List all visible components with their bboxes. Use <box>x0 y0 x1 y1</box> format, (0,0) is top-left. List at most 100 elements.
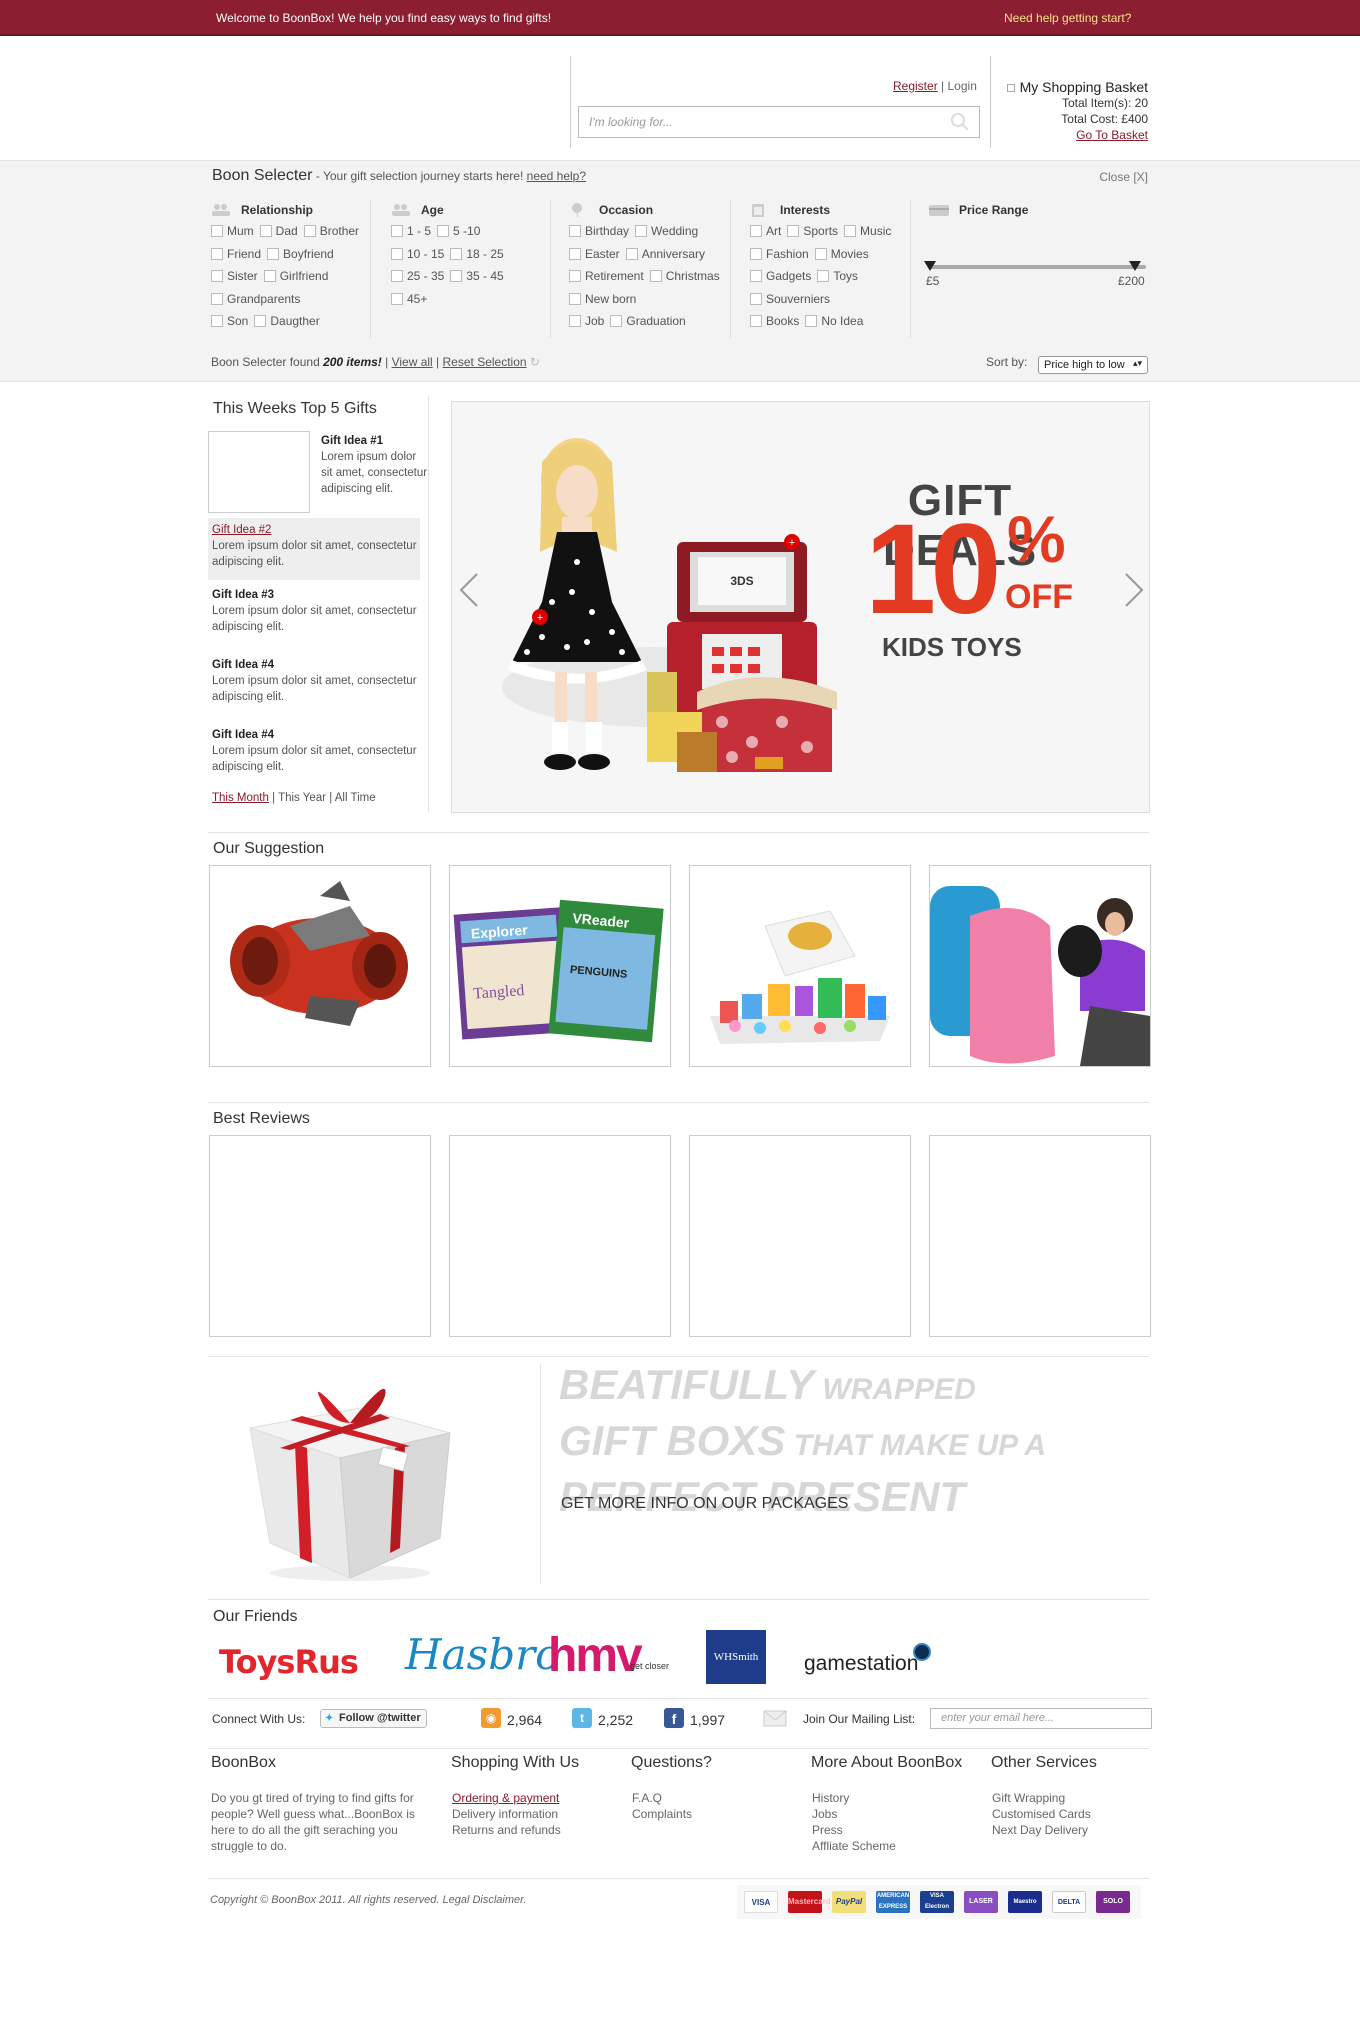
checkbox-icon[interactable] <box>450 247 463 260</box>
filter-checkbox[interactable]: Friend <box>211 243 261 265</box>
suggestion-card-3[interactable] <box>689 865 911 1067</box>
register-link[interactable]: Register <box>893 79 938 93</box>
filter-checkbox[interactable]: 10 - 15 <box>391 243 444 265</box>
filter-checkbox[interactable]: Toys <box>817 265 858 287</box>
filter-checkbox[interactable]: Movies <box>814 243 869 265</box>
filter-checkbox[interactable]: Fashion <box>750 243 809 265</box>
filter-checkbox[interactable]: 18 - 25 <box>450 243 504 265</box>
press-link[interactable]: Press <box>812 1823 843 1837</box>
close-selecter-button[interactable]: Close [X] <box>1098 170 1148 184</box>
sort-select[interactable]: Price high to low ▴▾ <box>1038 356 1148 374</box>
reset-selection-link[interactable]: Reset Selection <box>443 355 527 369</box>
suggestion-card-4[interactable] <box>929 865 1151 1067</box>
refresh-icon[interactable]: ↻ <box>530 355 540 369</box>
search-input[interactable]: I'm looking for... <box>578 106 980 138</box>
gift-wrapping-link[interactable]: Gift Wrapping <box>992 1791 1065 1805</box>
review-card-4[interactable] <box>929 1135 1151 1337</box>
checkbox-icon[interactable] <box>391 292 403 305</box>
filter-checkbox[interactable]: 35 - 45 <box>450 265 504 287</box>
rss-icon[interactable]: ◉ <box>481 1708 501 1728</box>
twitter-icon[interactable]: t <box>572 1708 592 1728</box>
filter-checkbox[interactable]: Mum <box>211 220 254 242</box>
checkbox-icon[interactable] <box>569 247 581 260</box>
filter-checkbox[interactable]: Boyfriend <box>267 243 334 265</box>
filter-this-month[interactable]: This Month <box>212 792 269 804</box>
filter-checkbox[interactable]: 25 - 35 <box>391 265 444 287</box>
checkbox-icon[interactable] <box>814 247 827 260</box>
checkbox-icon[interactable] <box>569 270 581 282</box>
filter-checkbox[interactable]: Books <box>750 310 799 332</box>
filter-all-time[interactable]: All Time <box>335 792 376 804</box>
filter-checkbox[interactable]: 1 - 5 <box>391 220 431 242</box>
gift-item-1[interactable]: Gift Idea #1 Lorem ipsum dolor sit amet, … <box>321 433 429 497</box>
hasbro-logo[interactable]: Hasbro <box>405 1630 560 1679</box>
checkbox-icon[interactable] <box>391 225 403 237</box>
checkbox-icon[interactable] <box>391 270 403 282</box>
search-icon[interactable] <box>949 111 971 133</box>
checkbox-icon[interactable] <box>750 247 762 260</box>
review-card-1[interactable] <box>209 1135 431 1337</box>
toysrus-logo[interactable]: ToysRus <box>219 1643 359 1681</box>
filter-checkbox[interactable]: Wedding <box>635 220 698 242</box>
filter-checkbox[interactable]: Sister <box>211 265 258 287</box>
affiliate-link[interactable]: Affliate Scheme <box>812 1839 896 1853</box>
filter-checkbox[interactable]: Birthday <box>569 220 629 242</box>
twitter-follow-button[interactable]: ✦ Follow @twitter <box>320 1709 427 1728</box>
checkbox-icon[interactable] <box>303 225 316 237</box>
filter-checkbox[interactable]: Graduation <box>610 310 686 332</box>
checkbox-icon[interactable] <box>805 315 818 327</box>
filter-checkbox[interactable]: Brother <box>303 220 359 242</box>
checkbox-icon[interactable] <box>267 247 280 260</box>
checkbox-icon[interactable] <box>750 225 762 237</box>
suggestion-card-1[interactable] <box>209 865 431 1067</box>
filter-checkbox[interactable]: No Idea <box>805 310 863 332</box>
checkbox-icon[interactable] <box>844 225 857 237</box>
faq-link[interactable]: F.A.Q <box>632 1791 662 1805</box>
checkbox-icon[interactable] <box>569 315 581 327</box>
suggestion-card-2[interactable]: Explorer Tangled VReader PENGUINS <box>449 865 671 1067</box>
filter-checkbox[interactable]: 5 -10 <box>437 220 480 242</box>
gift-item-2[interactable]: Gift Idea #2 Lorem ipsum dolor sit amet, … <box>212 522 417 570</box>
go-to-basket-link[interactable]: Go To Basket <box>1076 128 1148 142</box>
next-day-delivery-link[interactable]: Next Day Delivery <box>992 1823 1088 1837</box>
filter-checkbox[interactable]: Music <box>844 220 891 242</box>
price-slider[interactable] <box>928 265 1146 269</box>
checkbox-icon[interactable] <box>569 225 581 237</box>
review-card-2[interactable] <box>449 1135 671 1337</box>
filter-checkbox[interactable]: 45+ <box>391 288 427 310</box>
filter-checkbox[interactable]: New born <box>569 288 636 310</box>
filter-checkbox[interactable]: Easter <box>569 243 620 265</box>
delivery-info-link[interactable]: Delivery information <box>452 1807 558 1821</box>
gift-item-5[interactable]: Gift Idea #4 Lorem ipsum dolor sit amet, … <box>212 727 417 775</box>
checkbox-icon[interactable] <box>750 292 762 305</box>
filter-checkbox[interactable]: Sports <box>787 220 838 242</box>
checkbox-icon[interactable] <box>635 225 648 237</box>
checkbox-icon[interactable] <box>391 247 403 260</box>
checkbox-icon[interactable] <box>254 315 267 327</box>
gift-item-4[interactable]: Gift Idea #4 Lorem ipsum dolor sit amet, … <box>212 657 417 705</box>
filter-checkbox[interactable]: Retirement <box>569 265 644 287</box>
filter-checkbox[interactable]: Girlfriend <box>263 265 328 287</box>
gift-title-link[interactable]: Gift Idea #2 <box>212 524 271 536</box>
view-all-link[interactable]: View all <box>392 355 433 369</box>
checkbox-icon[interactable] <box>649 270 662 282</box>
filter-checkbox[interactable]: Gadgets <box>750 265 811 287</box>
hmv-logo[interactable]: hmv <box>548 1628 643 1683</box>
slider-handle-min[interactable] <box>924 261 936 271</box>
gift-item-3[interactable]: Gift Idea #3 Lorem ipsum dolor sit amet, … <box>212 587 417 635</box>
checkbox-icon[interactable] <box>211 270 223 282</box>
checkbox-icon[interactable] <box>610 315 623 327</box>
checkbox-icon[interactable] <box>211 292 223 305</box>
review-card-3[interactable] <box>689 1135 911 1337</box>
checkbox-icon[interactable] <box>437 225 450 237</box>
filter-checkbox[interactable]: Grandparents <box>211 288 300 310</box>
filter-checkbox[interactable]: Anniversary <box>625 243 705 265</box>
filter-checkbox[interactable]: Job <box>569 310 604 332</box>
checkbox-icon[interactable] <box>259 225 272 237</box>
filter-checkbox[interactable]: Christmas <box>649 265 720 287</box>
chevron-right-icon[interactable] <box>1122 570 1146 610</box>
checkbox-icon[interactable] <box>750 315 762 327</box>
facebook-icon[interactable]: f <box>664 1708 684 1728</box>
checkbox-icon[interactable] <box>263 270 276 282</box>
hero-banner[interactable]: 3DS + + GIFT DEALS 10 % OFF KIDS TOYS <box>451 401 1150 813</box>
